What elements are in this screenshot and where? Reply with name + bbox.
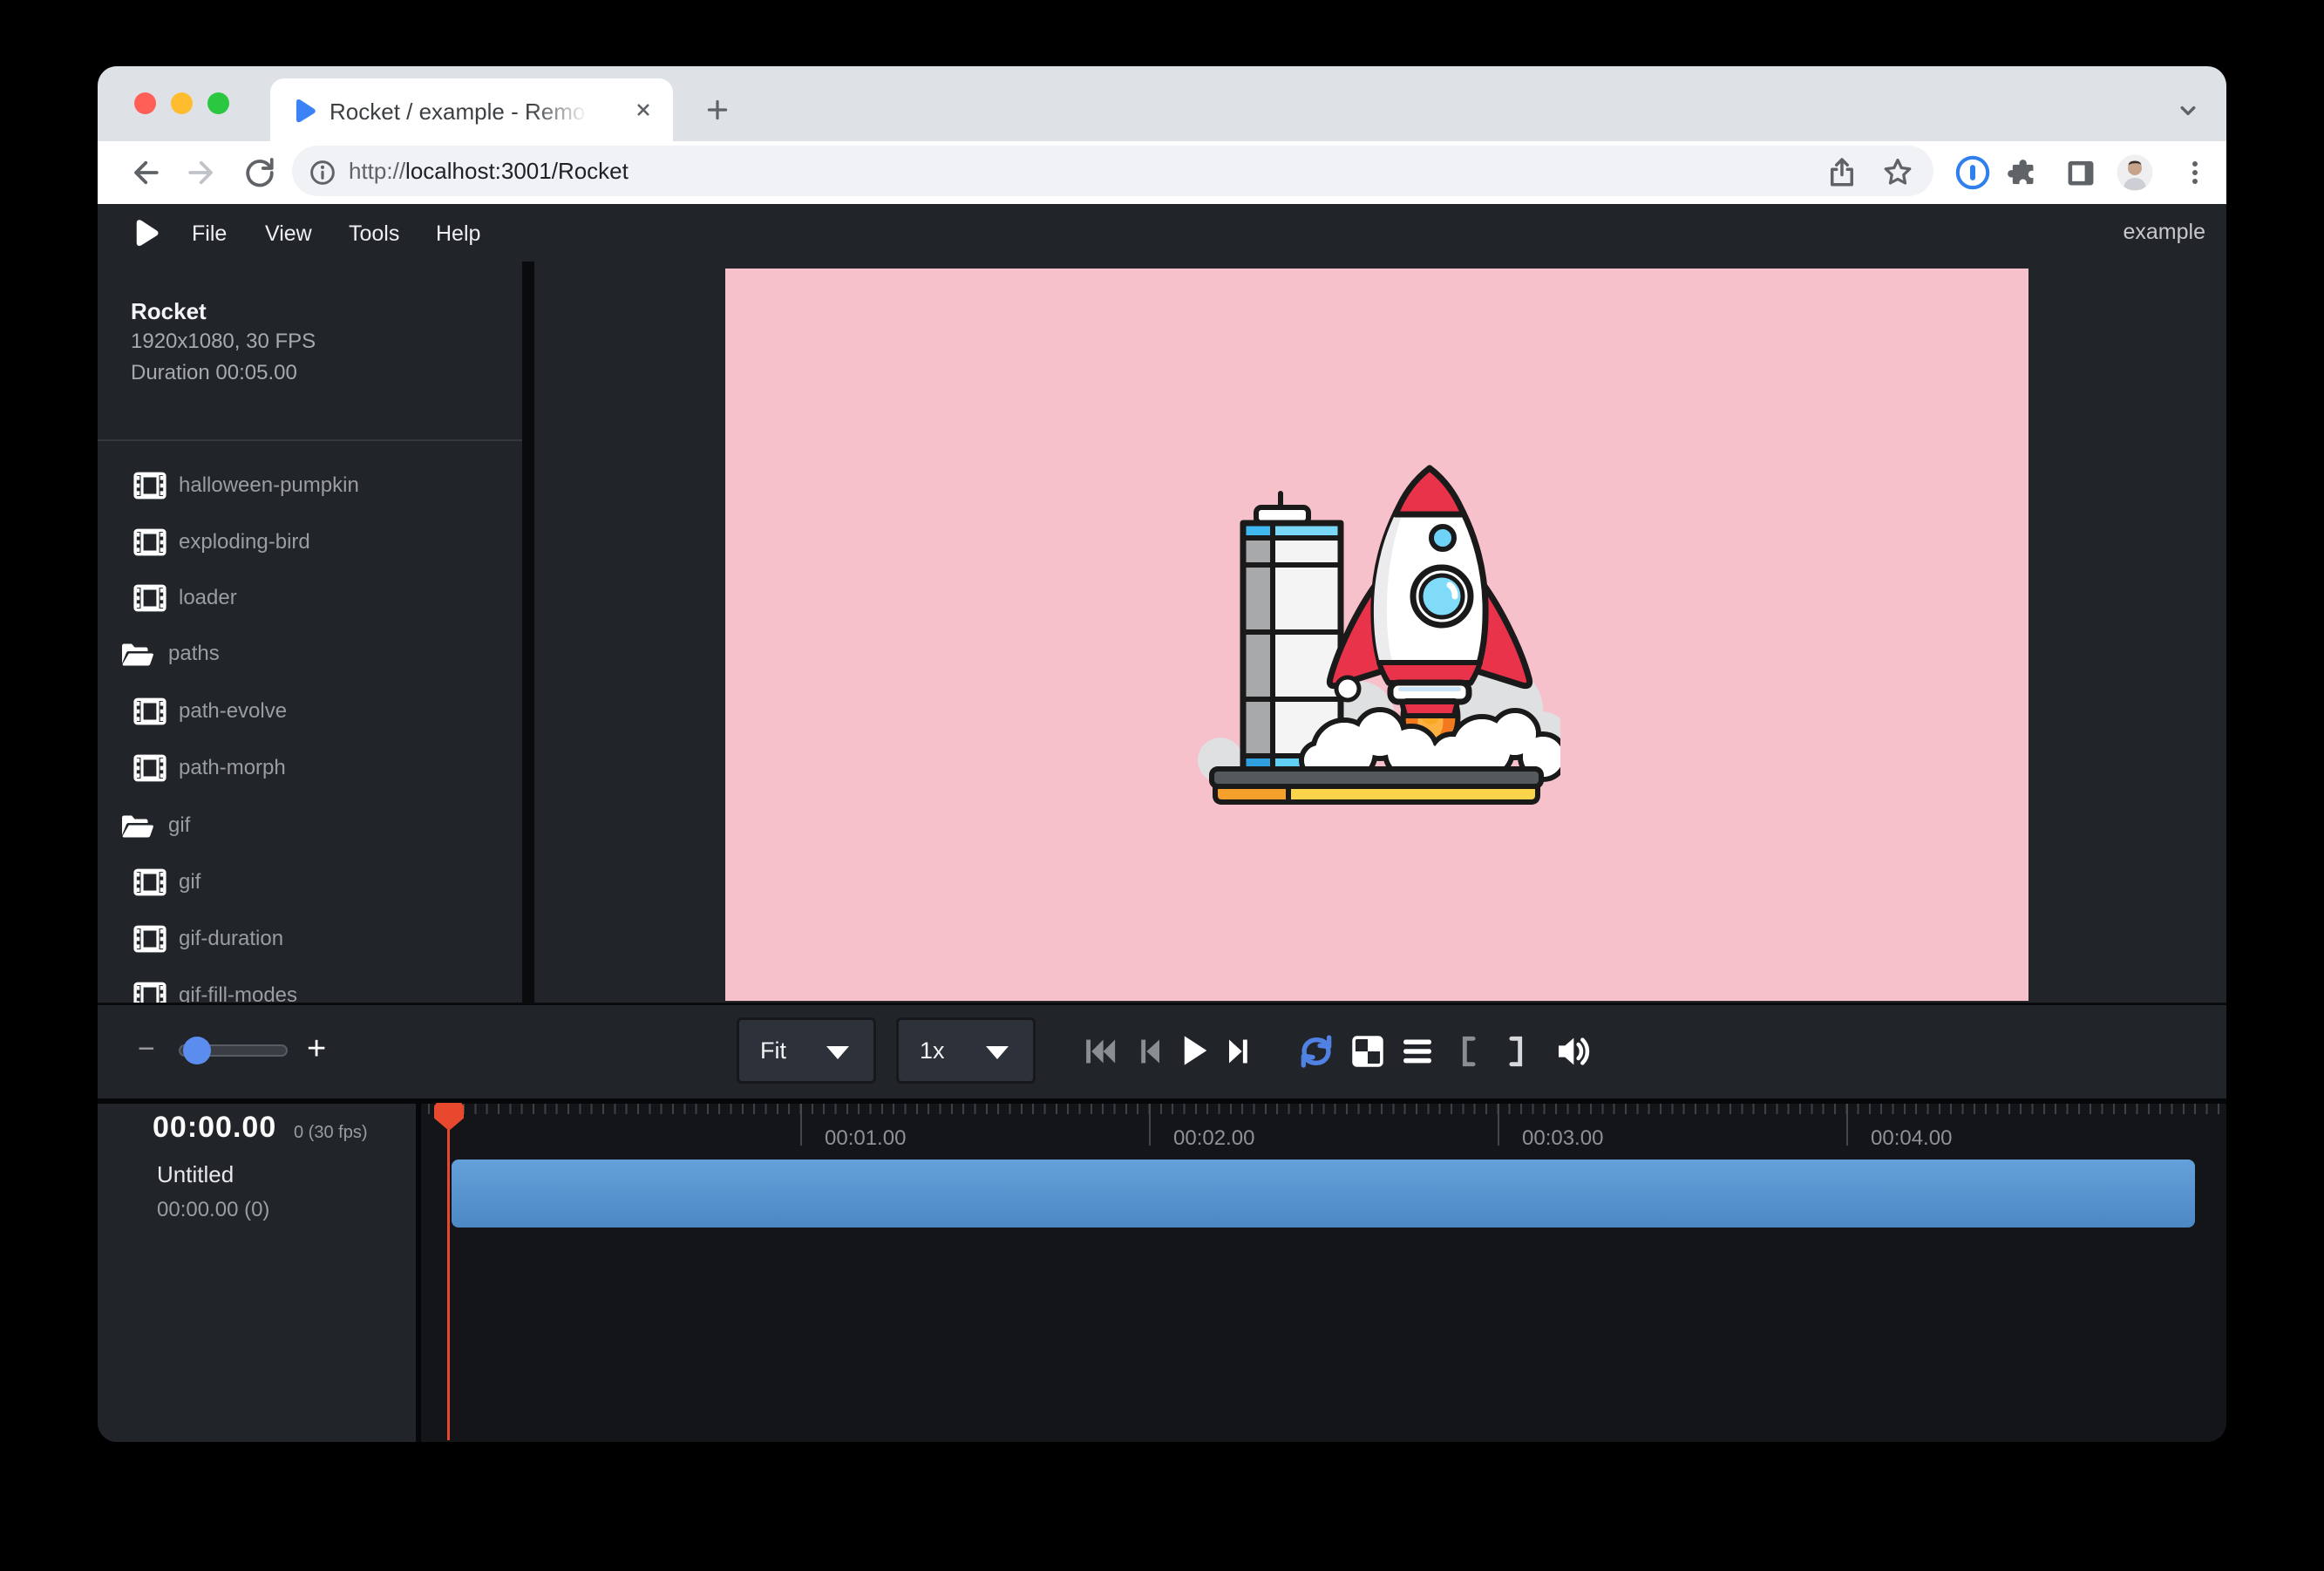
- film-icon: [133, 697, 166, 725]
- sidebar-item-gif[interactable]: gif: [98, 854, 522, 910]
- timeline-rows-icon[interactable]: [1398, 1032, 1437, 1071]
- url-text[interactable]: http://localhost:3001/Rocket: [349, 158, 629, 185]
- film-icon: [133, 584, 166, 612]
- chevron-down-icon: [826, 1046, 849, 1059]
- ruler-label: 00:04.00: [1871, 1126, 1952, 1151]
- rocket-illustration: [1194, 453, 1560, 820]
- film-icon: [133, 472, 166, 500]
- menu-view[interactable]: View: [265, 220, 312, 248]
- volume-icon[interactable]: [1552, 1030, 1594, 1072]
- speed-select-value: 1x: [920, 1037, 945, 1064]
- tab-title-fade: [532, 94, 612, 129]
- zoom-window-button[interactable]: [207, 92, 229, 114]
- timeline-tracks-area[interactable]: [421, 1104, 2226, 1442]
- speed-select[interactable]: 1x: [896, 1017, 1036, 1084]
- out-point-bracket-icon[interactable]: [1499, 1032, 1534, 1071]
- sidebar-section-divider: [98, 439, 522, 441]
- film-icon: [133, 528, 166, 556]
- share-icon[interactable]: [1825, 155, 1859, 190]
- play-icon[interactable]: [1173, 1030, 1213, 1071]
- browser-menu-dots-icon[interactable]: [2178, 155, 2212, 190]
- film-icon: [133, 925, 166, 953]
- folder-open-icon: [120, 642, 155, 668]
- avatar[interactable]: [2115, 153, 2155, 193]
- sidebar-folder-paths[interactable]: paths: [98, 626, 522, 682]
- remotion-logo-icon: [131, 218, 160, 248]
- browser-window: Rocket / example - Remotion Preview http…: [98, 66, 2226, 1442]
- in-point-bracket-icon[interactable]: [1451, 1032, 1485, 1071]
- sidebar-item-gif-duration[interactable]: gif-duration: [98, 911, 522, 967]
- loop-icon[interactable]: [1295, 1030, 1337, 1072]
- previous-frame-icon[interactable]: [1131, 1032, 1169, 1071]
- sidebar-divider: [522, 262, 534, 1003]
- zoom-in-button[interactable]: +: [307, 1030, 326, 1068]
- reload-icon[interactable]: [242, 155, 277, 190]
- app-menubar: [98, 204, 2226, 262]
- sidebar-item-gif-fill-modes[interactable]: gif-fill-modes: [98, 968, 522, 1003]
- timeline-track-bar[interactable]: [452, 1160, 2195, 1228]
- tab-close-icon[interactable]: [631, 98, 656, 122]
- ruler-label: 00:02.00: [1173, 1126, 1254, 1151]
- menu-file[interactable]: File: [192, 220, 227, 248]
- url-path: localhost:3001/Rocket: [405, 158, 629, 184]
- size-select-value: Fit: [760, 1037, 786, 1064]
- tab-search-chevron-icon[interactable]: [2172, 95, 2204, 126]
- playhead-line[interactable]: [447, 1103, 450, 1440]
- project-name-label: example: [2124, 220, 2206, 245]
- ruler-label: 00:03.00: [1522, 1126, 1603, 1151]
- film-icon: [133, 754, 166, 782]
- folder-open-icon: [120, 813, 155, 840]
- track-duration: 00:00.00 (0): [157, 1198, 269, 1222]
- ruler-label: 00:01.00: [825, 1126, 906, 1151]
- composition-duration: Duration 00:05.00: [131, 361, 297, 385]
- chevron-down-icon: [986, 1046, 1009, 1059]
- side-panel-icon[interactable]: [2062, 154, 2099, 191]
- minimize-window-button[interactable]: [171, 92, 193, 114]
- new-tab-icon[interactable]: [703, 95, 732, 125]
- ruler-major-tick: [1846, 1104, 1848, 1146]
- sidebar-item-loader[interactable]: loader: [98, 570, 522, 626]
- ruler-major-tick: [1149, 1104, 1151, 1146]
- ruler-major-tick: [1498, 1104, 1499, 1146]
- composition-resolution: 1920x1080, 30 FPS: [131, 330, 316, 354]
- sidebar-folder-gif[interactable]: gif: [98, 798, 522, 854]
- timeline-info-panel: [98, 1104, 416, 1442]
- film-icon: [133, 982, 166, 1003]
- track-name: Untitled: [157, 1161, 234, 1188]
- skip-to-start-icon[interactable]: [1081, 1032, 1119, 1071]
- zoom-out-button[interactable]: −: [138, 1032, 155, 1066]
- back-icon[interactable]: [127, 155, 162, 190]
- current-time: 00:00.00: [153, 1111, 276, 1145]
- sidebar-item-path-evolve[interactable]: path-evolve: [98, 683, 522, 739]
- film-icon: [133, 868, 166, 896]
- current-frame-info: 0 (30 fps): [294, 1123, 367, 1143]
- url-scheme: http://: [349, 158, 405, 184]
- remotion-favicon-icon: [291, 98, 317, 124]
- zoom-slider-thumb[interactable]: [183, 1037, 211, 1064]
- menu-help[interactable]: Help: [436, 220, 480, 248]
- menu-tools[interactable]: Tools: [349, 220, 399, 248]
- size-select[interactable]: Fit: [737, 1017, 876, 1084]
- sidebar-item-exploding-bird[interactable]: exploding-bird: [98, 514, 522, 570]
- composition-list: halloween-pumpkin exploding-bird loader …: [98, 450, 522, 1003]
- onepassword-extension-icon[interactable]: [1954, 153, 1992, 192]
- composition-title: Rocket: [131, 298, 207, 325]
- ruler-major-tick: [800, 1104, 802, 1146]
- bookmark-star-icon[interactable]: [1880, 155, 1915, 190]
- sidebar-item-halloween-pumpkin[interactable]: halloween-pumpkin: [98, 458, 522, 513]
- extensions-puzzle-icon[interactable]: [2004, 154, 2041, 191]
- next-frame-icon[interactable]: [1220, 1032, 1258, 1071]
- site-info-icon[interactable]: [307, 157, 338, 188]
- composition-canvas: [725, 269, 2028, 1001]
- timeline-ruler[interactable]: [428, 1104, 2226, 1114]
- browser-tab[interactable]: Rocket / example - Remotion Preview: [270, 78, 673, 141]
- forward-icon[interactable]: [185, 155, 220, 190]
- transparency-checkerboard-icon[interactable]: [1349, 1032, 1387, 1071]
- close-window-button[interactable]: [134, 92, 156, 114]
- sidebar-item-path-morph[interactable]: path-morph: [98, 740, 522, 796]
- desktop-background: Rocket / example - Remotion Preview http…: [0, 0, 2324, 1571]
